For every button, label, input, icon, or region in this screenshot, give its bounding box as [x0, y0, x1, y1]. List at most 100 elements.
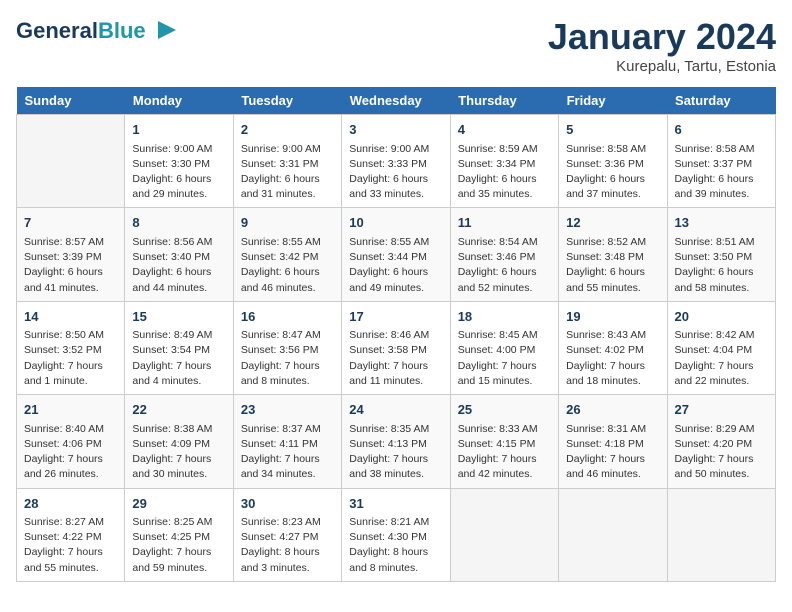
day-info: Sunrise: 8:37 AMSunset: 4:11 PMDaylight:… — [241, 422, 334, 483]
day-number: 7 — [24, 213, 117, 233]
day-number: 19 — [566, 307, 659, 327]
day-number: 18 — [458, 307, 551, 327]
day-cell: 17Sunrise: 8:46 AMSunset: 3:58 PMDayligh… — [342, 301, 450, 394]
day-number: 21 — [24, 400, 117, 420]
day-number: 31 — [349, 494, 442, 514]
week-row-4: 21Sunrise: 8:40 AMSunset: 4:06 PMDayligh… — [17, 395, 776, 488]
day-info: Sunrise: 8:23 AMSunset: 4:27 PMDaylight:… — [241, 515, 334, 576]
col-monday: Monday — [125, 87, 233, 115]
logo-text: GeneralBlue — [16, 19, 146, 43]
day-cell: 3Sunrise: 9:00 AMSunset: 3:33 PMDaylight… — [342, 115, 450, 208]
col-wednesday: Wednesday — [342, 87, 450, 115]
logo-icon — [148, 16, 178, 46]
day-number: 6 — [675, 120, 768, 140]
day-info: Sunrise: 8:29 AMSunset: 4:20 PMDaylight:… — [675, 422, 768, 483]
title-block: January 2024 Kurepalu, Tartu, Estonia — [548, 16, 776, 75]
day-info: Sunrise: 8:59 AMSunset: 3:34 PMDaylight:… — [458, 142, 551, 203]
day-info: Sunrise: 8:43 AMSunset: 4:02 PMDaylight:… — [566, 328, 659, 389]
week-row-2: 7Sunrise: 8:57 AMSunset: 3:39 PMDaylight… — [17, 208, 776, 301]
day-cell: 24Sunrise: 8:35 AMSunset: 4:13 PMDayligh… — [342, 395, 450, 488]
day-number: 9 — [241, 213, 334, 233]
day-info: Sunrise: 8:58 AMSunset: 3:37 PMDaylight:… — [675, 142, 768, 203]
day-number: 4 — [458, 120, 551, 140]
day-info: Sunrise: 8:25 AMSunset: 4:25 PMDaylight:… — [132, 515, 225, 576]
day-info: Sunrise: 8:35 AMSunset: 4:13 PMDaylight:… — [349, 422, 442, 483]
day-number: 27 — [675, 400, 768, 420]
day-number: 12 — [566, 213, 659, 233]
day-number: 3 — [349, 120, 442, 140]
day-number: 14 — [24, 307, 117, 327]
month-title: January 2024 — [548, 16, 776, 58]
day-info: Sunrise: 8:42 AMSunset: 4:04 PMDaylight:… — [675, 328, 768, 389]
day-info: Sunrise: 8:40 AMSunset: 4:06 PMDaylight:… — [24, 422, 117, 483]
col-tuesday: Tuesday — [233, 87, 341, 115]
week-row-3: 14Sunrise: 8:50 AMSunset: 3:52 PMDayligh… — [17, 301, 776, 394]
day-cell: 28Sunrise: 8:27 AMSunset: 4:22 PMDayligh… — [17, 488, 125, 581]
day-cell: 29Sunrise: 8:25 AMSunset: 4:25 PMDayligh… — [125, 488, 233, 581]
logo: GeneralBlue — [16, 16, 178, 46]
day-cell: 7Sunrise: 8:57 AMSunset: 3:39 PMDaylight… — [17, 208, 125, 301]
day-cell: 27Sunrise: 8:29 AMSunset: 4:20 PMDayligh… — [667, 395, 775, 488]
day-number: 26 — [566, 400, 659, 420]
day-cell — [559, 488, 667, 581]
location: Kurepalu, Tartu, Estonia — [548, 58, 776, 75]
day-number: 8 — [132, 213, 225, 233]
day-cell: 30Sunrise: 8:23 AMSunset: 4:27 PMDayligh… — [233, 488, 341, 581]
day-number: 17 — [349, 307, 442, 327]
day-info: Sunrise: 8:57 AMSunset: 3:39 PMDaylight:… — [24, 235, 117, 296]
day-number: 29 — [132, 494, 225, 514]
day-number: 25 — [458, 400, 551, 420]
day-number: 23 — [241, 400, 334, 420]
day-cell: 10Sunrise: 8:55 AMSunset: 3:44 PMDayligh… — [342, 208, 450, 301]
day-number: 16 — [241, 307, 334, 327]
day-info: Sunrise: 8:33 AMSunset: 4:15 PMDaylight:… — [458, 422, 551, 483]
day-number: 28 — [24, 494, 117, 514]
day-cell: 19Sunrise: 8:43 AMSunset: 4:02 PMDayligh… — [559, 301, 667, 394]
day-cell — [17, 115, 125, 208]
day-cell — [450, 488, 558, 581]
day-cell: 1Sunrise: 9:00 AMSunset: 3:30 PMDaylight… — [125, 115, 233, 208]
day-info: Sunrise: 8:55 AMSunset: 3:44 PMDaylight:… — [349, 235, 442, 296]
day-cell: 9Sunrise: 8:55 AMSunset: 3:42 PMDaylight… — [233, 208, 341, 301]
day-number: 30 — [241, 494, 334, 514]
col-friday: Friday — [559, 87, 667, 115]
day-info: Sunrise: 8:38 AMSunset: 4:09 PMDaylight:… — [132, 422, 225, 483]
day-info: Sunrise: 9:00 AMSunset: 3:31 PMDaylight:… — [241, 142, 334, 203]
day-info: Sunrise: 8:31 AMSunset: 4:18 PMDaylight:… — [566, 422, 659, 483]
day-info: Sunrise: 9:00 AMSunset: 3:33 PMDaylight:… — [349, 142, 442, 203]
day-cell: 31Sunrise: 8:21 AMSunset: 4:30 PMDayligh… — [342, 488, 450, 581]
day-cell: 15Sunrise: 8:49 AMSunset: 3:54 PMDayligh… — [125, 301, 233, 394]
page-header: GeneralBlue January 2024 Kurepalu, Tartu… — [16, 16, 776, 75]
day-cell: 2Sunrise: 9:00 AMSunset: 3:31 PMDaylight… — [233, 115, 341, 208]
calendar-table: Sunday Monday Tuesday Wednesday Thursday… — [16, 87, 776, 582]
week-row-5: 28Sunrise: 8:27 AMSunset: 4:22 PMDayligh… — [17, 488, 776, 581]
day-cell: 6Sunrise: 8:58 AMSunset: 3:37 PMDaylight… — [667, 115, 775, 208]
day-cell: 18Sunrise: 8:45 AMSunset: 4:00 PMDayligh… — [450, 301, 558, 394]
day-info: Sunrise: 8:58 AMSunset: 3:36 PMDaylight:… — [566, 142, 659, 203]
day-number: 22 — [132, 400, 225, 420]
day-cell: 12Sunrise: 8:52 AMSunset: 3:48 PMDayligh… — [559, 208, 667, 301]
day-number: 15 — [132, 307, 225, 327]
day-number: 20 — [675, 307, 768, 327]
day-number: 2 — [241, 120, 334, 140]
day-info: Sunrise: 8:47 AMSunset: 3:56 PMDaylight:… — [241, 328, 334, 389]
day-cell: 11Sunrise: 8:54 AMSunset: 3:46 PMDayligh… — [450, 208, 558, 301]
day-cell: 4Sunrise: 8:59 AMSunset: 3:34 PMDaylight… — [450, 115, 558, 208]
day-cell: 5Sunrise: 8:58 AMSunset: 3:36 PMDaylight… — [559, 115, 667, 208]
day-cell: 22Sunrise: 8:38 AMSunset: 4:09 PMDayligh… — [125, 395, 233, 488]
col-thursday: Thursday — [450, 87, 558, 115]
day-cell: 23Sunrise: 8:37 AMSunset: 4:11 PMDayligh… — [233, 395, 341, 488]
day-cell: 13Sunrise: 8:51 AMSunset: 3:50 PMDayligh… — [667, 208, 775, 301]
day-info: Sunrise: 8:51 AMSunset: 3:50 PMDaylight:… — [675, 235, 768, 296]
day-info: Sunrise: 8:21 AMSunset: 4:30 PMDaylight:… — [349, 515, 442, 576]
day-number: 5 — [566, 120, 659, 140]
day-number: 10 — [349, 213, 442, 233]
day-info: Sunrise: 8:45 AMSunset: 4:00 PMDaylight:… — [458, 328, 551, 389]
day-info: Sunrise: 8:52 AMSunset: 3:48 PMDaylight:… — [566, 235, 659, 296]
day-info: Sunrise: 8:54 AMSunset: 3:46 PMDaylight:… — [458, 235, 551, 296]
header-row: Sunday Monday Tuesday Wednesday Thursday… — [17, 87, 776, 115]
day-info: Sunrise: 8:27 AMSunset: 4:22 PMDaylight:… — [24, 515, 117, 576]
day-info: Sunrise: 8:46 AMSunset: 3:58 PMDaylight:… — [349, 328, 442, 389]
day-info: Sunrise: 8:56 AMSunset: 3:40 PMDaylight:… — [132, 235, 225, 296]
day-number: 1 — [132, 120, 225, 140]
